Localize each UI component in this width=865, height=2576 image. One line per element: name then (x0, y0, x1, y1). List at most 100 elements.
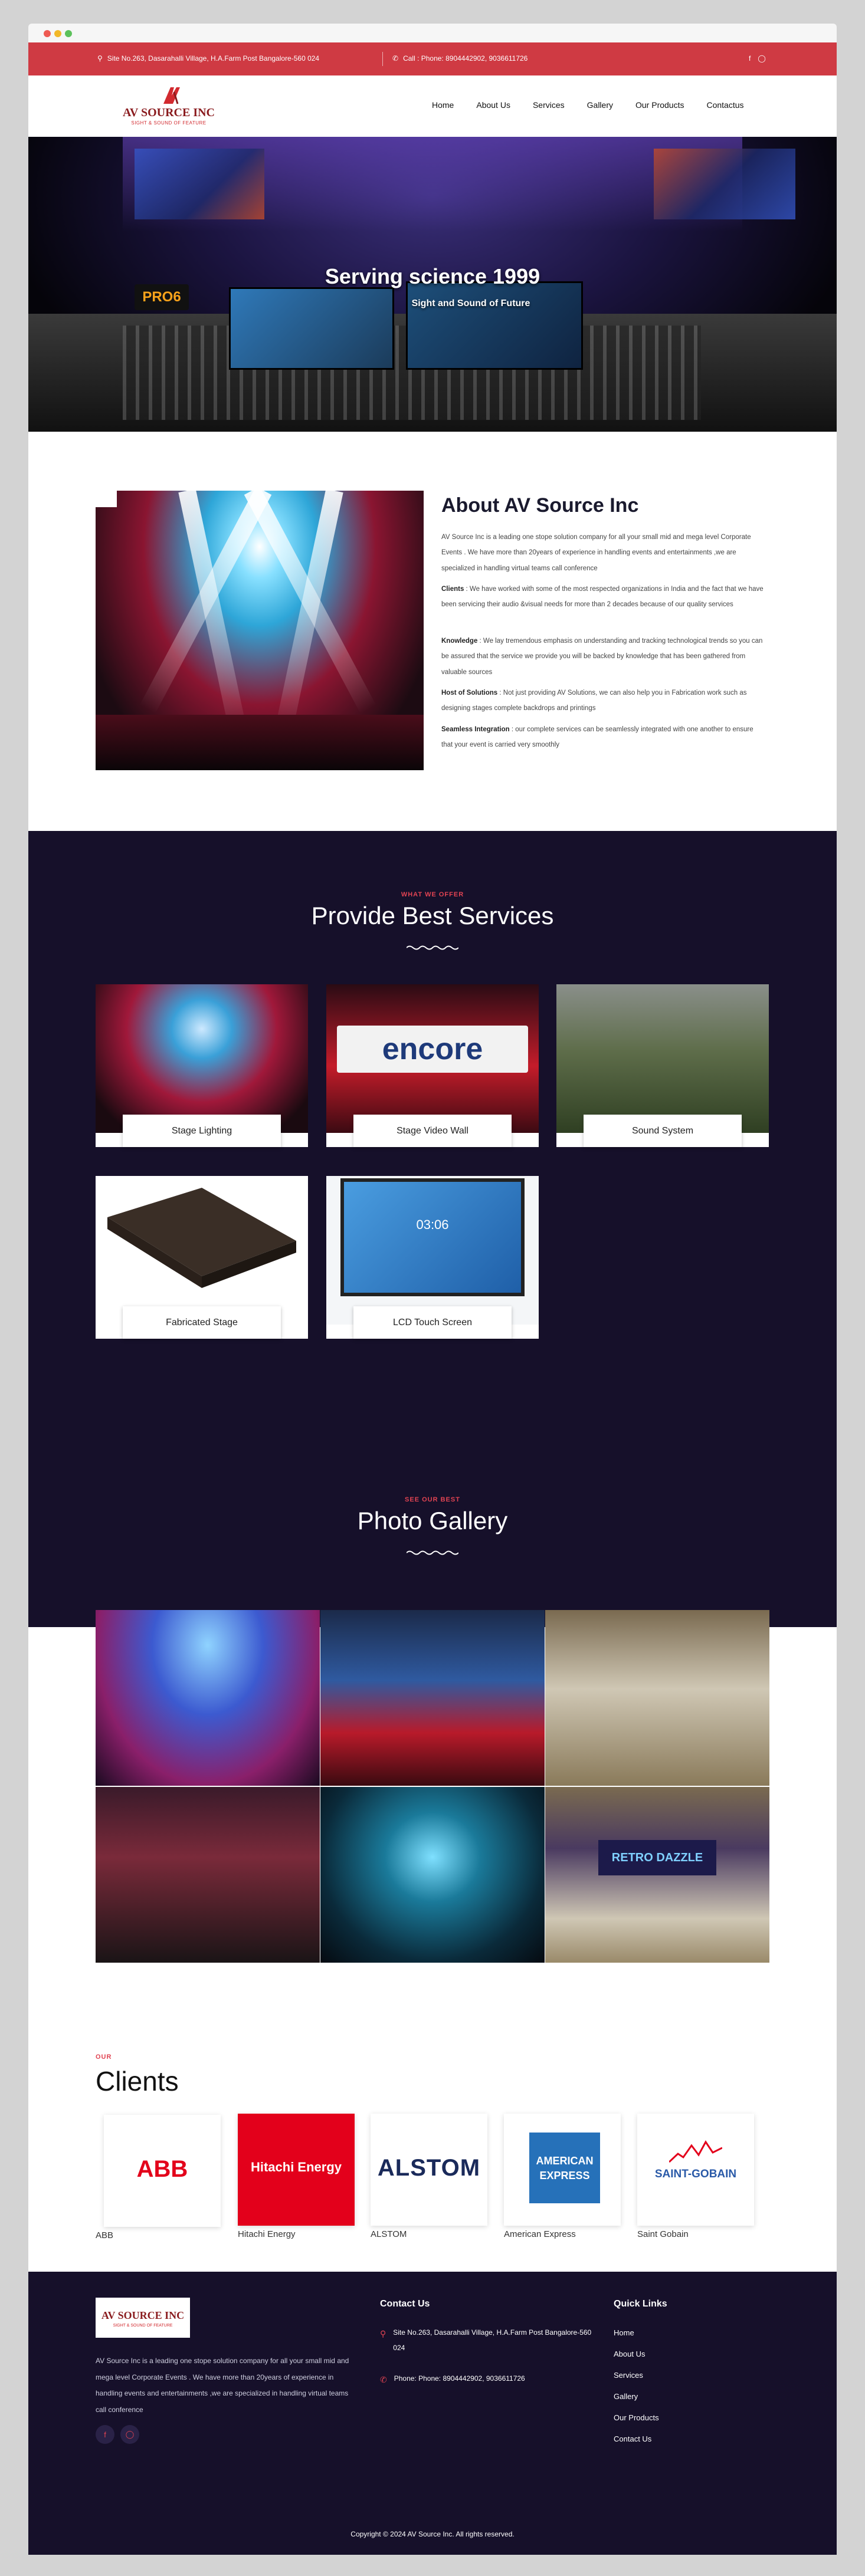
footer-quick-links: Home About Us Services Gallery Our Produ… (614, 2322, 659, 2450)
footer-link-our-products[interactable]: Our Products (614, 2407, 659, 2429)
facebook-icon[interactable]: f (96, 2425, 114, 2444)
service-card-stage-video-wall[interactable]: encore Stage Video Wall (326, 984, 539, 1147)
about-lead-clients: Clients (441, 586, 464, 593)
gallery-photo[interactable] (545, 1610, 769, 1786)
window-close-dot[interactable] (44, 30, 51, 37)
about-paragraph-knowledge: Knowledge : We lay tremendous emphasis o… (441, 633, 766, 680)
window-maximize-dot[interactable] (65, 30, 72, 37)
browser-chrome (28, 24, 837, 42)
sound-system-image (556, 984, 769, 1133)
nav-home[interactable]: Home (432, 100, 454, 110)
touch-screen-display: 03:06 (340, 1178, 525, 1296)
topbar-social: f ◯ (749, 54, 766, 63)
gallery-photo[interactable]: RETRO DAZZLE (545, 1787, 769, 1963)
nav-our-products[interactable]: Our Products (635, 100, 684, 110)
fabricated-stage-image (96, 1176, 308, 1325)
stage-video-wall-image: encore (326, 984, 539, 1133)
location-pin-icon: ⚲ (97, 54, 103, 63)
footer-about-text: AV Source Inc is a leading one stope sol… (96, 2357, 349, 2414)
service-card-stage-lighting[interactable]: Stage Lighting (96, 984, 308, 1147)
about-stage-band (96, 715, 424, 770)
services-section: WHAT WE OFFER Provide Best Services Stag… (28, 831, 837, 1627)
footer-contact-phone: ✆ Phone: Phone: 8904442902, 9036611726 (380, 2371, 592, 2389)
nav-about-us[interactable]: About Us (476, 100, 510, 110)
amex-logo-line-2: EXPRESS (539, 2170, 590, 2182)
client-name: ALSTOM (371, 2229, 407, 2239)
about-title: About AV Source Inc (441, 494, 639, 517)
services-title: Provide Best Services (311, 902, 554, 929)
saint-gobain-logo: SAINT-GOBAIN (654, 2168, 737, 2180)
top-info-bar: ⚲ Site No.263, Dasarahalli Village, H.A.… (28, 42, 837, 75)
hero-console-monitor-2 (406, 281, 583, 370)
clients-eyebrow: OUR (96, 2053, 112, 2061)
clients-title: Clients (96, 2066, 179, 2097)
instagram-icon[interactable]: ◯ (120, 2425, 139, 2444)
topbar-phone: ✆ Call : Phone: 8904442902, 9036611726 (392, 54, 527, 63)
stage-lighting-image (96, 984, 308, 1133)
gallery-photo[interactable] (320, 1787, 545, 1963)
site-logo[interactable]: AV SOURCE INC SIGHT & SOUND OF FEATURE (119, 84, 219, 129)
video-wall-screen: encore (337, 1026, 528, 1073)
hero-led-screen-right (654, 149, 795, 219)
nav-services[interactable]: Services (533, 100, 565, 110)
logo-tagline: SIGHT & SOUND OF FEATURE (131, 120, 207, 126)
client-name: Saint Gobain (637, 2229, 689, 2239)
hero-title: Serving science 1999 (325, 264, 540, 288)
footer-link-services[interactable]: Services (614, 2365, 659, 2386)
client-name: Hitachi Energy (238, 2229, 296, 2239)
client-card-saint-gobain[interactable]: SAINT-GOBAIN Saint Gobain (637, 2114, 754, 2239)
footer-link-gallery[interactable]: Gallery (614, 2386, 659, 2407)
service-label: Stage Video Wall (353, 1115, 512, 1147)
about-paragraph-clients-text: : We have worked with some of the most r… (441, 586, 764, 609)
footer-link-about-us[interactable]: About Us (614, 2344, 659, 2365)
about-paragraph-clients: Clients : We have worked with some of th… (441, 581, 766, 613)
about-lead-knowledge: Knowledge (441, 638, 478, 645)
topbar-address-text: Site No.263, Dasarahalli Village, H.A.Fa… (107, 54, 320, 63)
client-name: ABB (96, 2230, 114, 2240)
gallery-photo[interactable] (320, 1610, 545, 1786)
footer-logo[interactable]: AV SOURCE INC SIGHT & SOUND OF FEATURE (96, 2298, 190, 2338)
about-paragraph-solutions: Host of Solutions : Not just providing A… (441, 685, 766, 717)
wave-divider-icon (407, 1550, 458, 1555)
gallery-photo[interactable] (96, 1787, 320, 1963)
client-card-hitachi-energy[interactable]: Hitachi Energy Hitachi Energy (238, 2114, 355, 2239)
topbar-phone-text: Call : Phone: 8904442902, 9036611726 (403, 54, 528, 63)
client-card-american-express[interactable]: AMERICAN EXPRESS American Express (504, 2114, 621, 2239)
footer-link-contact-us[interactable]: Contact Us (614, 2429, 659, 2450)
amex-logo-line-1: AMERICAN (536, 2155, 594, 2167)
about-paragraph-knowledge-text: : We lay tremendous emphasis on understa… (441, 638, 763, 676)
site-header: AV SOURCE INC SIGHT & SOUND OF FEATURE H… (28, 75, 837, 137)
client-name: American Express (504, 2229, 576, 2239)
logo-mark-icon (163, 87, 180, 104)
about-paragraph-1-text: AV Source Inc is a leading one stope sol… (441, 534, 751, 572)
instagram-icon[interactable]: ◯ (758, 54, 765, 63)
gallery-photo[interactable] (96, 1610, 320, 1786)
footer-contact-address-text: Site No.263, Dasarahalli Village, H.A.Fa… (393, 2328, 592, 2352)
footer-contact-phone-text: Phone: Phone: 8904442902, 9036611726 (394, 2374, 525, 2383)
abb-logo: ABB (136, 2156, 188, 2182)
nav-contact-us[interactable]: Contactus (706, 100, 743, 110)
photo-gallery-grid: RETRO DAZZLE (96, 1610, 769, 1963)
client-card-abb[interactable]: ABB ABB (96, 2115, 221, 2240)
nav-gallery[interactable]: Gallery (587, 100, 613, 110)
footer-links-heading: Quick Links (614, 2299, 667, 2309)
service-card-lcd-touch-screen[interactable]: 03:06 LCD Touch Screen (326, 1176, 539, 1339)
hero-led-screen-left (135, 149, 264, 219)
logo-name: AV SOURCE INC (123, 106, 215, 119)
alstom-logo: ALSTOM (377, 2155, 481, 2181)
services-eyebrow: WHAT WE OFFER (401, 891, 464, 898)
window-minimize-dot[interactable] (54, 30, 61, 37)
service-card-fabricated-stage[interactable]: Fabricated Stage (96, 1176, 308, 1339)
wave-divider-icon (407, 945, 458, 950)
gallery-banner: RETRO DAZZLE (598, 1840, 716, 1875)
client-card-alstom[interactable]: ALSTOM ALSTOM (371, 2114, 487, 2239)
facebook-icon[interactable]: f (749, 54, 751, 63)
footer-link-home[interactable]: Home (614, 2322, 659, 2344)
topbar-divider (382, 52, 383, 66)
about-image (96, 491, 424, 770)
phone-icon: ✆ (380, 2375, 387, 2384)
lcd-touch-screen-image: 03:06 (326, 1176, 539, 1325)
topbar-address: ⚲ Site No.263, Dasarahalli Village, H.A.… (97, 54, 319, 63)
about-paragraph-1: AV Source Inc is a leading one stope sol… (441, 530, 766, 576)
service-card-sound-system[interactable]: Sound System (556, 984, 769, 1147)
